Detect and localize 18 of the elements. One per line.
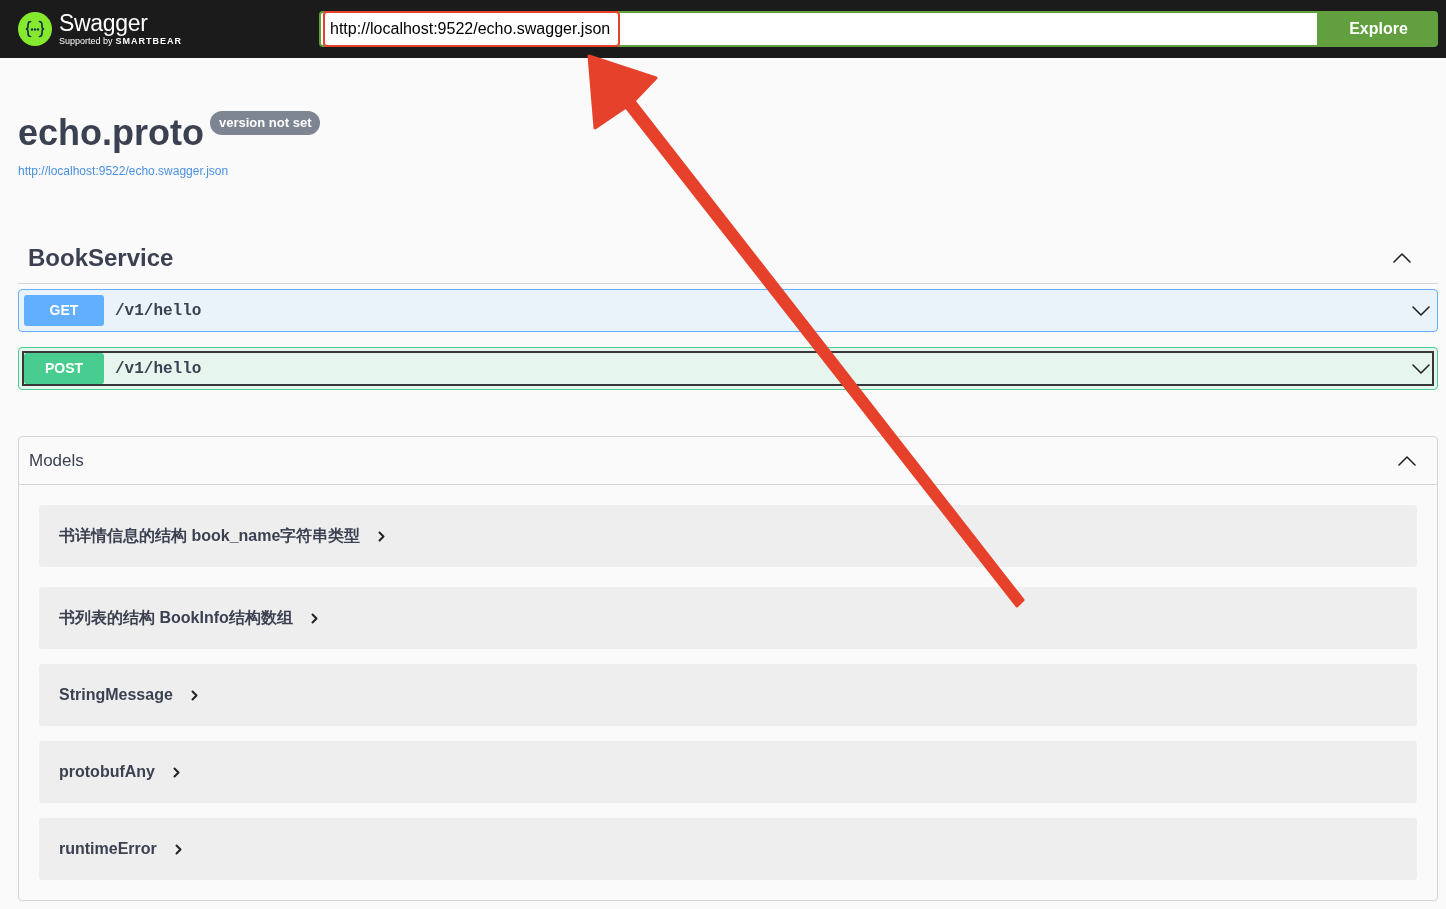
operation-row[interactable]: GET /v1/hello <box>18 289 1438 332</box>
model-row[interactable]: 书详情信息的结构 book_name字符串类型 <box>39 505 1417 567</box>
model-row[interactable]: 书列表的结构 BookInfo结构数组 <box>39 587 1417 649</box>
api-title: echo.proto <box>18 111 204 155</box>
version-badge: version not set <box>210 111 321 135</box>
model-row[interactable]: StringMessage <box>39 664 1417 726</box>
url-field[interactable]: http://localhost:9522/echo.swagger.json <box>319 11 1319 47</box>
endpoint-path: /v1/hello <box>115 300 202 322</box>
model-row[interactable]: runtimeError <box>39 818 1417 880</box>
logo-icon <box>18 12 52 46</box>
tagline-text: Supported by <box>59 36 113 47</box>
endpoint-path: /v1/hello <box>115 358 202 380</box>
model-row[interactable]: protobufAny <box>39 741 1417 803</box>
method-badge: POST <box>24 353 104 384</box>
method-badge: GET <box>24 295 104 326</box>
tagline-brand: SMARTBEAR <box>115 36 183 47</box>
operation-row[interactable]: POST /v1/hello <box>18 347 1438 390</box>
brand-name: Swagger <box>59 11 149 36</box>
